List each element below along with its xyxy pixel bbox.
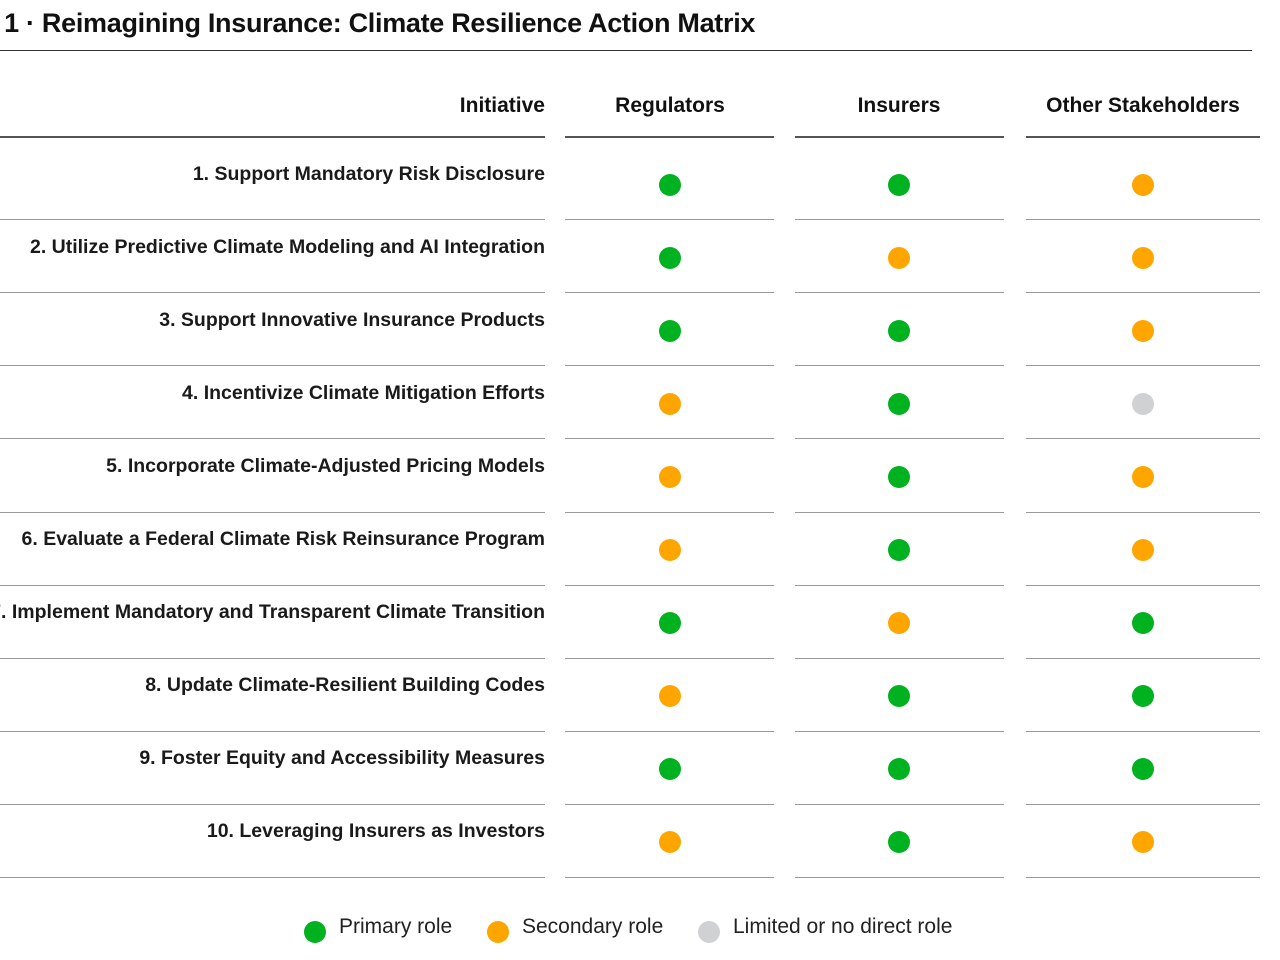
column-header-initiative: Initiative [459,94,545,117]
row-divider [795,438,1004,440]
row-divider [565,657,774,659]
role-dot-primary [888,319,910,342]
legend-label-primary: Primary role [339,915,453,938]
role-dot-primary [888,539,910,562]
row-divider [1026,584,1260,586]
column-header-regulators: Regulators [615,94,725,117]
role-dot-secondary [1132,831,1154,854]
row-divider [565,511,774,513]
role-dot-primary [659,612,681,635]
legend-swatch-primary [304,921,326,943]
role-dot-secondary [1132,539,1154,562]
row-divider [795,511,1004,513]
role-dot-primary [888,758,910,781]
initiative-label: 6. Evaluate a Federal Climate Risk Reins… [21,528,545,551]
initiative-label: 8. Update Climate-Resilient Building Cod… [145,674,545,697]
row-divider [565,365,774,367]
row-divider [0,584,545,586]
row-divider [565,803,774,805]
role-dot-primary [888,392,910,415]
header-rule [565,136,774,138]
role-dot-secondary [659,831,681,854]
role-dot-primary [888,173,910,196]
role-dot-secondary [659,465,681,488]
role-dot-secondary [1132,465,1154,488]
role-dot-primary [888,465,910,488]
row-divider [0,365,545,367]
role-dot-primary [659,246,681,269]
role-dot-secondary [1132,246,1154,269]
row-divider [1026,803,1260,805]
row-divider [1026,877,1260,878]
column-header-other-stakeholders: Other Stakeholders [1046,94,1240,117]
row-divider [0,438,545,440]
role-dot-primary [1132,758,1154,781]
column-header-insurers: Insurers [857,94,941,117]
row-divider [0,292,545,294]
row-divider [1026,292,1260,294]
role-dot-secondary [659,392,681,415]
row-divider [795,803,1004,805]
header-rule [1026,136,1260,138]
role-dot-limited [1132,392,1154,415]
row-divider [795,365,1004,367]
row-divider [1026,438,1260,440]
role-dot-secondary [659,685,681,708]
role-dot-secondary [659,539,681,562]
row-divider [0,219,545,221]
row-divider [565,438,774,440]
role-dot-secondary [888,612,910,635]
legend: Primary role Secondary role Limited or no … [0,912,1280,948]
row-divider [565,292,774,294]
row-divider [795,657,1004,659]
row-divider [1026,730,1260,732]
role-dot-secondary [1132,319,1154,342]
role-dot-primary [888,685,910,708]
initiative-label: 9. Foster Equity and Accessibility Measu… [139,747,545,770]
row-divider [0,730,545,732]
role-dot-primary [888,831,910,854]
row-divider [795,730,1004,732]
initiative-label: 1. Support Mandatory Risk Disclosure [192,162,545,185]
role-dot-primary [1132,612,1154,635]
role-dot-secondary [888,246,910,269]
role-dot-primary [659,173,681,196]
header-rule-initiative [0,136,545,138]
row-divider [565,219,774,221]
initiative-label: 3. Support Innovative Insurance Products [159,308,545,331]
row-divider [1026,657,1260,659]
row-divider [1026,365,1260,367]
row-divider [795,584,1004,586]
row-divider [0,877,545,878]
role-dot-primary [1132,685,1154,708]
header-rule [795,136,1004,138]
row-divider [1026,219,1260,221]
initiative-label: 4. Incentivize Climate Mitigation Effort… [182,381,545,404]
initiative-label: 2. Utilize Predictive Climate Modeling a… [29,235,545,258]
row-divider [565,730,774,732]
row-divider [0,657,545,659]
initiative-label: 5. Incorporate Climate-Adjusted Pricing … [106,454,545,477]
row-divider [1026,511,1260,513]
role-dot-primary [659,758,681,781]
legend-swatch-secondary [487,921,509,943]
legend-label-secondary: Secondary role [522,915,664,938]
title-rule [0,50,1252,51]
row-divider [565,877,774,878]
row-divider [565,584,774,586]
initiative-label: 7. Implement Mandatory and Transparent C… [0,601,545,624]
initiative-label: 10. Leveraging Insurers as Investors [206,820,545,843]
legend-label-limited: Limited or no direct role [733,915,953,938]
role-dot-primary [659,319,681,342]
row-divider [795,292,1004,294]
row-divider [795,877,1004,878]
row-divider [0,511,545,513]
row-divider [795,219,1004,221]
figure-title: re 1 · Reimagining Insurance: Climate Re… [0,8,756,38]
legend-swatch-limited [698,921,720,943]
role-dot-secondary [1132,173,1154,196]
row-divider [0,803,545,805]
